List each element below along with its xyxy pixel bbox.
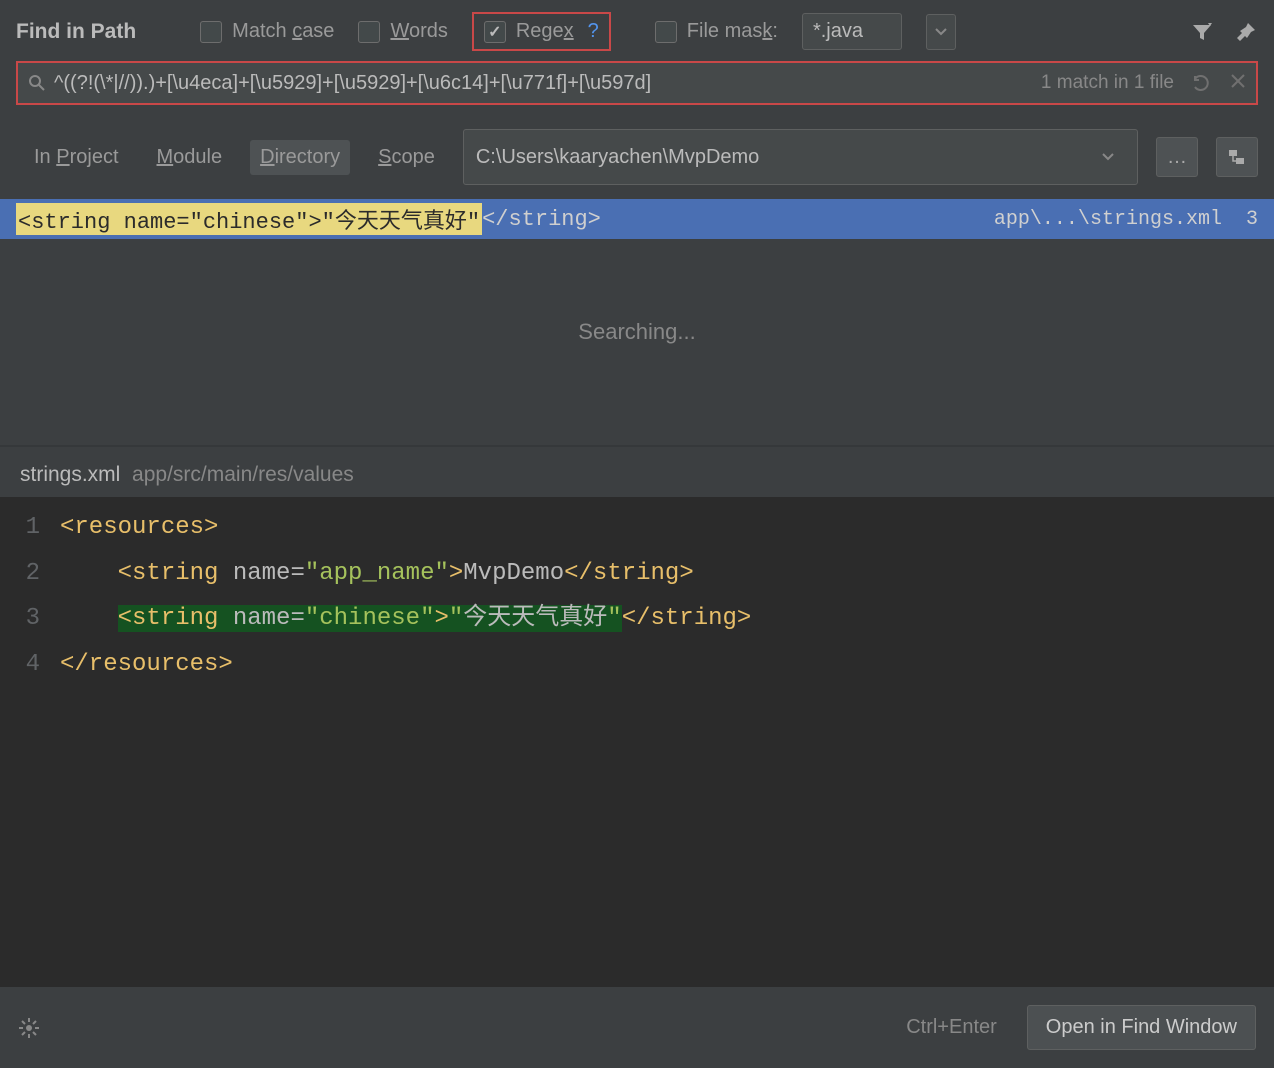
recursive-toggle-button[interactable] — [1216, 137, 1258, 177]
regex-help-icon[interactable]: ? — [588, 20, 599, 43]
scope-scope[interactable]: Scope — [368, 140, 445, 175]
file-mask-checkbox[interactable]: File mask: — [655, 20, 778, 43]
filter-icon[interactable] — [1190, 20, 1214, 44]
search-icon — [28, 74, 46, 92]
file-mask-dropdown[interactable] — [926, 14, 956, 50]
scope-in-project[interactable]: In Project — [24, 140, 129, 175]
result-match-text: <string name="chinese">"今天天气真好" — [16, 203, 482, 235]
dialog-header: Find in Path Match case Words Regex ? Fi… — [0, 0, 1274, 61]
match-case-checkbox[interactable]: Match case — [200, 20, 334, 43]
code-preview[interactable]: 1<resources>2 <string name="app_name">Mv… — [0, 497, 1274, 987]
dialog-title: Find in Path — [16, 20, 136, 44]
directory-path-input[interactable]: C:\Users\kaaryachen\MvpDemo — [463, 129, 1138, 185]
file-mask-input[interactable] — [802, 13, 902, 50]
checkbox-icon — [484, 21, 506, 43]
search-history-icon[interactable] — [1192, 73, 1212, 93]
scope-module[interactable]: Module — [147, 140, 233, 175]
dialog-footer: Ctrl+Enter Open in Find Window — [0, 987, 1274, 1068]
code-line: 3 <string name="chinese">"今天天气真好"</strin… — [0, 596, 1274, 642]
code-line: 2 <string name="app_name">MvpDemo</strin… — [0, 551, 1274, 597]
checkbox-icon — [358, 21, 380, 43]
settings-gear-icon[interactable] — [18, 1017, 40, 1039]
code-line: 1<resources> — [0, 505, 1274, 551]
search-input[interactable]: ^((?!(\*|//)).)+[\u4eca]+[\u5929]+[\u592… — [54, 72, 1041, 95]
shortcut-hint: Ctrl+Enter — [906, 1016, 997, 1039]
search-result-row[interactable]: <string name="chinese">"今天天气真好"</string>… — [0, 199, 1274, 239]
code-line: 4</resources> — [0, 642, 1274, 688]
pin-icon[interactable] — [1234, 20, 1258, 44]
search-status: 1 match in 1 file — [1041, 72, 1174, 94]
words-checkbox[interactable]: Words — [358, 20, 447, 43]
regex-checkbox[interactable]: Regex ? — [472, 12, 611, 51]
searching-status: Searching... — [0, 239, 1274, 445]
scope-row: In Project Module Directory Scope C:\Use… — [0, 119, 1274, 199]
preview-filename: strings.xml — [20, 463, 120, 486]
search-input-wrapper: ^((?!(\*|//)).)+[\u4eca]+[\u5929]+[\u592… — [16, 61, 1258, 105]
checkbox-icon — [200, 21, 222, 43]
browse-directory-button[interactable]: … — [1156, 137, 1198, 177]
directory-dropdown-icon[interactable] — [1091, 138, 1125, 176]
open-in-find-window-button[interactable]: Open in Find Window — [1027, 1005, 1256, 1050]
checkbox-icon — [655, 21, 677, 43]
result-file-path: app\...\strings.xml 3 — [994, 208, 1258, 231]
clear-search-icon[interactable] — [1230, 73, 1246, 93]
preview-file-header: strings.xml app/src/main/res/values — [0, 447, 1274, 497]
scope-directory[interactable]: Directory — [250, 140, 350, 175]
preview-filepath: app/src/main/res/values — [132, 463, 354, 486]
search-row: ^((?!(\*|//)).)+[\u4eca]+[\u5929]+[\u592… — [0, 61, 1274, 119]
